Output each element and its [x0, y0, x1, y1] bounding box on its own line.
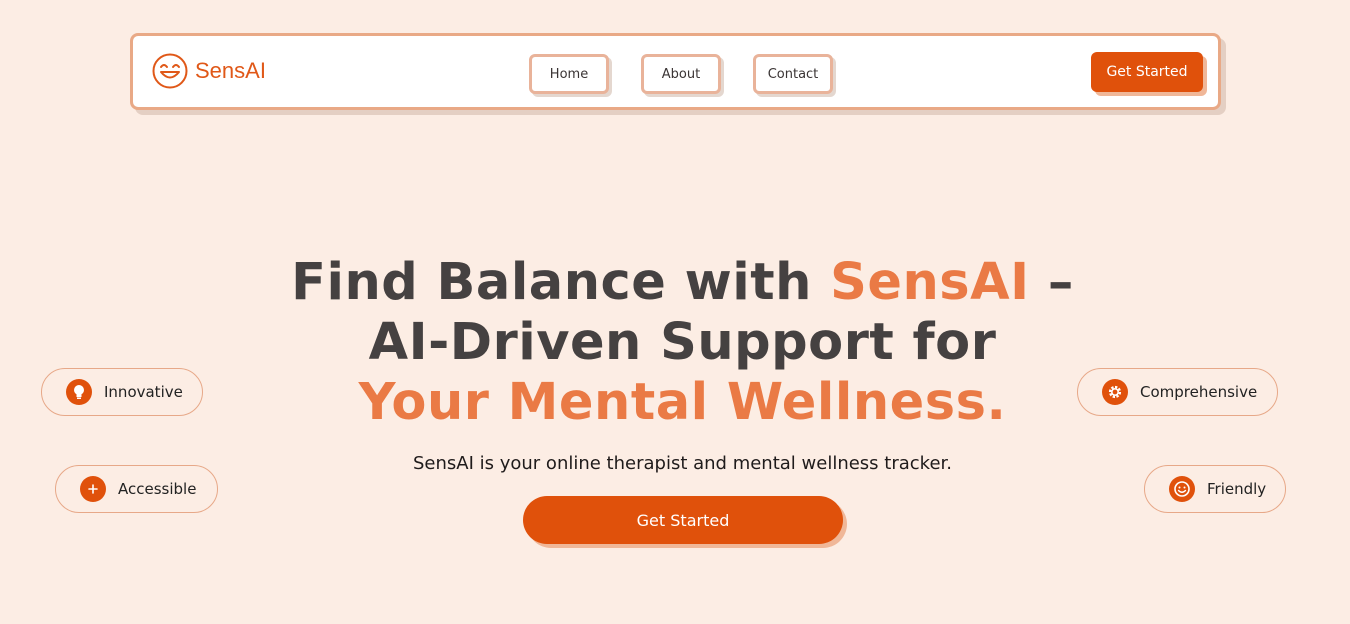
feature-label: Friendly [1207, 480, 1267, 498]
hero-title: Find Balance with SensAI – AI-Driven Sup… [225, 253, 1140, 433]
logo-text: SensAI [195, 58, 266, 83]
feature-label: Innovative [104, 383, 183, 401]
feature-pill-accessible: Accessible [55, 465, 218, 513]
hero-title-line3: Your Mental Wellness. [358, 373, 1007, 432]
hero-title-line2: AI-Driven Support for [368, 313, 997, 372]
hero-title-brand: SensAI [830, 253, 1030, 312]
nav-get-started-button[interactable]: Get Started [1091, 52, 1203, 92]
hero-title-part2: – [1029, 253, 1074, 312]
landing-page: SensAI Home About Contact Get Started Fi… [0, 0, 1350, 624]
hero-subtitle: SensAI is your online therapist and ment… [413, 453, 952, 474]
navbar: SensAI Home About Contact Get Started [130, 33, 1221, 110]
plus-icon [80, 476, 106, 502]
lightbulb-icon [66, 379, 92, 405]
hero-get-started-button[interactable]: Get Started [523, 496, 843, 544]
smiley-icon [1169, 476, 1195, 502]
hero-title-part1: Find Balance with [291, 253, 831, 312]
feature-label: Comprehensive [1140, 383, 1258, 401]
feature-pill-friendly: Friendly [1144, 465, 1286, 513]
nav-home-button[interactable]: Home [529, 54, 609, 94]
feature-pill-comprehensive: Comprehensive [1077, 368, 1278, 416]
feature-pill-innovative: Innovative [41, 368, 203, 416]
feature-label: Accessible [118, 480, 197, 498]
logo[interactable]: SensAI [152, 53, 266, 89]
gear-icon [1102, 379, 1128, 405]
smiley-logo-icon [152, 53, 188, 89]
nav-contact-button[interactable]: Contact [753, 54, 833, 94]
nav-about-button[interactable]: About [641, 54, 721, 94]
